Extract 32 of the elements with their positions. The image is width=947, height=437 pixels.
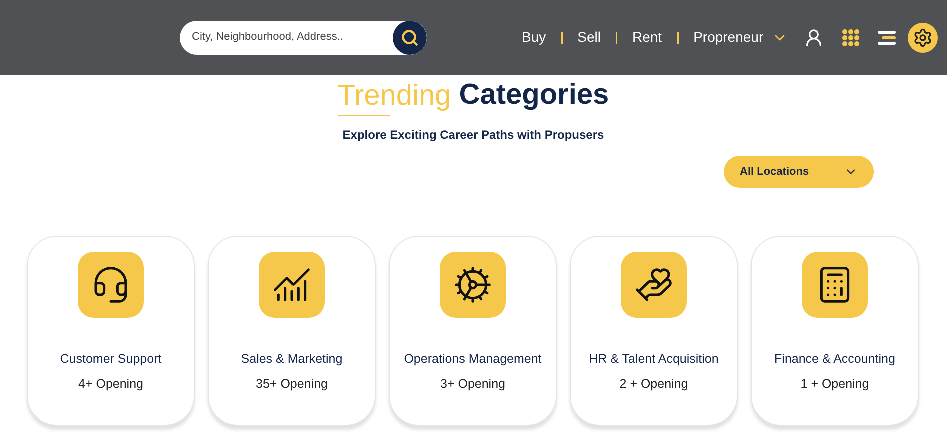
search-field[interactable]: City, Neighbourhood, Address.. [180, 20, 427, 54]
category-name: Sales & Marketing [240, 351, 344, 368]
search-input[interactable]: City, Neighbourhood, Address.. [180, 29, 393, 46]
category-card[interactable]: Finance & Accounting 1 + Opening [751, 236, 919, 426]
subtitle: Explore Exciting Career Paths with Propusers [342, 127, 604, 144]
category-name: Customer Support [59, 351, 163, 368]
nav-link[interactable]: Rent [632, 27, 662, 48]
user-icon[interactable] [804, 28, 824, 48]
avatar-logo[interactable] [908, 22, 938, 52]
nav-link[interactable]: Buy [522, 27, 546, 48]
category-card[interactable]: HR & Talent Acquisition 2 + Opening [570, 236, 738, 426]
gear-icon [453, 265, 493, 305]
category-card[interactable]: Sales & Marketing 35+ Opening [208, 236, 376, 426]
location-dropdown[interactable]: All Locations [724, 156, 874, 188]
category-name: HR & Talent Acquisition [588, 351, 720, 368]
search-icon [401, 28, 419, 46]
category-card[interactable]: Operations Management 3+ Opening [389, 236, 557, 426]
nav-link[interactable]: Sell [578, 27, 601, 48]
title-bold: Categories [459, 78, 610, 113]
opening-count: 4+ Opening [78, 376, 144, 393]
search-button[interactable] [393, 20, 427, 54]
apps-grid-icon[interactable] [842, 28, 860, 46]
nav-link[interactable]: Propreneur [694, 27, 788, 48]
category-card[interactable]: Customer Support 4+ Opening [27, 236, 195, 426]
opening-count: 35+ Opening [256, 376, 328, 393]
menu-icon[interactable] [878, 30, 896, 46]
category-name: Finance & Accounting [774, 351, 896, 368]
opening-count: 1 + Opening [800, 376, 870, 393]
title-light: Trending [338, 78, 452, 114]
opening-count: 3+ Opening [440, 376, 506, 393]
category-name: Operations Management [403, 351, 543, 368]
opening-count: 2 + Opening [620, 376, 688, 393]
